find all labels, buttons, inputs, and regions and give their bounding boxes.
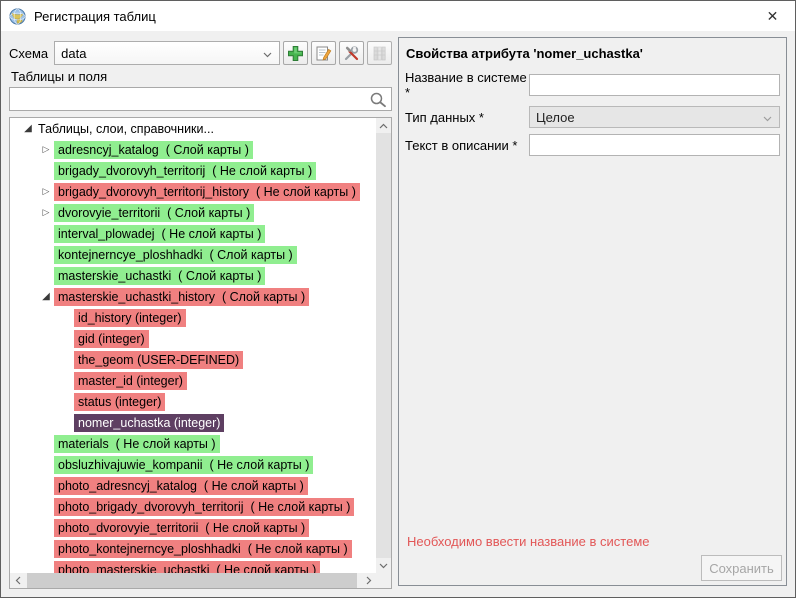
tree-item-label: photo_brigady_dvorovyh_territorij ( Не с… <box>54 498 354 516</box>
table-structure-button <box>367 41 392 65</box>
tree-item[interactable]: the_geom (USER-DEFINED) <box>10 349 376 370</box>
dialog-window: Регистрация таблиц ✕ Схема data <box>0 0 796 598</box>
tree-item[interactable]: gid (integer) <box>10 328 376 349</box>
globe-app-icon <box>9 8 26 25</box>
tree-item[interactable]: status (integer) <box>10 391 376 412</box>
edit-table-icon <box>315 45 332 62</box>
tree-item[interactable]: photo_adresncyj_katalog ( Не слой карты … <box>10 475 376 496</box>
title-bar: Регистрация таблиц ✕ <box>1 1 795 31</box>
search-input[interactable] <box>12 90 368 110</box>
tree-item[interactable]: id_history (integer) <box>10 307 376 328</box>
tree-item[interactable]: nomer_uchastka (integer) <box>10 412 376 433</box>
tables-fields-label: Таблицы и поля <box>11 69 107 84</box>
description-text-row: Текст в описании * <box>405 134 780 156</box>
chevron-down-icon <box>763 116 772 122</box>
scroll-right-icon[interactable] <box>361 573 376 588</box>
tree-item-label: brigady_dvorovyh_territorij ( Не слой ка… <box>54 162 316 180</box>
close-button[interactable]: ✕ <box>750 1 795 31</box>
tree-item-label: status (integer) <box>74 393 165 411</box>
system-name-input[interactable] <box>529 74 780 96</box>
tree-item[interactable]: masterskie_uchastki ( Слой карты ) <box>10 265 376 286</box>
tree-item-label: kontejnerncye_ploshhadki ( Слой карты ) <box>54 246 297 264</box>
edit-table-button[interactable] <box>311 41 336 65</box>
add-table-button[interactable] <box>283 41 308 65</box>
tree-item-label: photo_adresncyj_katalog ( Не слой карты … <box>54 477 308 495</box>
vertical-scroll-thumb[interactable] <box>376 133 391 558</box>
tree-item[interactable]: kontejnerncye_ploshhadki ( Слой карты ) <box>10 244 376 265</box>
tools-wrench-icon <box>343 45 360 62</box>
tree-item-label: nomer_uchastka (integer) <box>74 414 224 432</box>
scroll-down-icon[interactable] <box>376 558 391 573</box>
collapsed-arrow-icon[interactable]: ▷ <box>38 139 54 160</box>
description-text-label: Текст в описании * <box>405 138 529 153</box>
system-name-row: Название в системе * <box>405 70 780 100</box>
data-type-row: Тип данных * Целое <box>405 106 780 128</box>
tree-rows: ◢Таблицы, слои, справочники...▷adresncyj… <box>10 118 376 573</box>
schema-selected-value: data <box>55 46 86 61</box>
tree-item-label: Таблицы, слои, справочники... <box>36 120 218 138</box>
tree-item-label: photo_kontejnerncye_ploshhadki ( Не слой… <box>54 540 352 558</box>
tree-item-label: id_history (integer) <box>74 309 186 327</box>
search-icon[interactable] <box>369 91 387 109</box>
tree-item-label: master_id (integer) <box>74 372 187 390</box>
tree-item[interactable]: interval_plowadej ( Не слой карты ) <box>10 223 376 244</box>
tree-item[interactable]: ◢masterskie_uchastki_history ( Слой карт… <box>10 286 376 307</box>
tree-item-label: brigady_dvorovyh_territorij_history ( Не… <box>54 183 360 201</box>
properties-header: Свойства атрибута 'nomer_uchastka' <box>406 46 780 61</box>
scroll-left-icon[interactable] <box>10 573 25 588</box>
tree-item-label: materials ( Не слой карты ) <box>54 435 220 453</box>
vertical-scrollbar[interactable] <box>376 118 391 573</box>
schema-label: Схема <box>9 46 48 61</box>
tree-item-label: masterskie_uchastki_history ( Слой карты… <box>54 288 309 306</box>
horizontal-scrollbar[interactable] <box>10 573 376 588</box>
save-button[interactable]: Сохранить <box>701 555 782 581</box>
tree-item[interactable]: ▷adresncyj_katalog ( Слой карты ) <box>10 139 376 160</box>
validation-warning: Необходимо ввести название в системе <box>407 534 650 549</box>
table-settings-button[interactable] <box>339 41 364 65</box>
scroll-up-icon[interactable] <box>376 118 391 133</box>
data-type-label: Тип данных * <box>405 110 529 125</box>
schema-combobox[interactable]: data <box>54 41 280 65</box>
scrollbar-corner <box>376 573 391 588</box>
tree-item-label: photo_dvorovyie_territorii ( Не слой кар… <box>54 519 309 537</box>
tree-item[interactable]: photo_kontejnerncye_ploshhadki ( Не слой… <box>10 538 376 559</box>
window-title: Регистрация таблиц <box>34 9 156 24</box>
tree-item-label: adresncyj_katalog ( Слой карты ) <box>54 141 253 159</box>
tree-item[interactable]: obsluzhivajuwie_kompanii ( Не слой карты… <box>10 454 376 475</box>
tree-item-label: photo_masterskie_uchastki ( Не слой карт… <box>54 561 320 574</box>
expanded-arrow-icon[interactable]: ◢ <box>20 118 36 139</box>
tree-item-label: dvorovyie_territorii ( Слой карты ) <box>54 204 254 222</box>
data-type-combobox: Целое <box>529 106 780 128</box>
tree-item-label: interval_plowadej ( Не слой карты ) <box>54 225 265 243</box>
description-text-input[interactable] <box>529 134 780 156</box>
tree-item[interactable]: ▷dvorovyie_territorii ( Слой карты ) <box>10 202 376 223</box>
horizontal-scroll-thumb[interactable] <box>27 573 357 588</box>
tree-item[interactable]: photo_masterskie_uchastki ( Не слой карт… <box>10 559 376 573</box>
tree-item[interactable]: photo_brigady_dvorovyh_territorij ( Не с… <box>10 496 376 517</box>
tree-item-label: masterskie_uchastki ( Слой карты ) <box>54 267 265 285</box>
collapsed-arrow-icon[interactable]: ▷ <box>38 202 54 223</box>
tree-item[interactable]: ◢Таблицы, слои, справочники... <box>10 118 376 139</box>
tree-item[interactable]: ▷brigady_dvorovyh_territorij_history ( Н… <box>10 181 376 202</box>
tree-item[interactable]: brigady_dvorovyh_territorij ( Не слой ка… <box>10 160 376 181</box>
search-box <box>9 87 392 111</box>
schema-row: Схема data <box>9 41 392 65</box>
tree-item-label: the_geom (USER-DEFINED) <box>74 351 243 369</box>
system-name-label: Название в системе * <box>405 70 529 100</box>
tree-item[interactable]: master_id (integer) <box>10 370 376 391</box>
data-type-value: Целое <box>530 110 575 125</box>
chevron-down-icon <box>263 52 272 58</box>
tree-item[interactable]: materials ( Не слой карты ) <box>10 433 376 454</box>
tree-item-label: gid (integer) <box>74 330 149 348</box>
collapsed-arrow-icon[interactable]: ▷ <box>38 181 54 202</box>
table-structure-icon <box>371 45 388 62</box>
tables-tree: ◢Таблицы, слои, справочники...▷adresncyj… <box>9 117 392 589</box>
tree-item[interactable]: photo_dvorovyie_territorii ( Не слой кар… <box>10 517 376 538</box>
tree-item-label: obsluzhivajuwie_kompanii ( Не слой карты… <box>54 456 313 474</box>
attribute-properties-panel: Свойства атрибута 'nomer_uchastka' Назва… <box>398 37 787 586</box>
add-plus-icon <box>287 45 304 62</box>
expanded-arrow-icon[interactable]: ◢ <box>38 286 54 307</box>
